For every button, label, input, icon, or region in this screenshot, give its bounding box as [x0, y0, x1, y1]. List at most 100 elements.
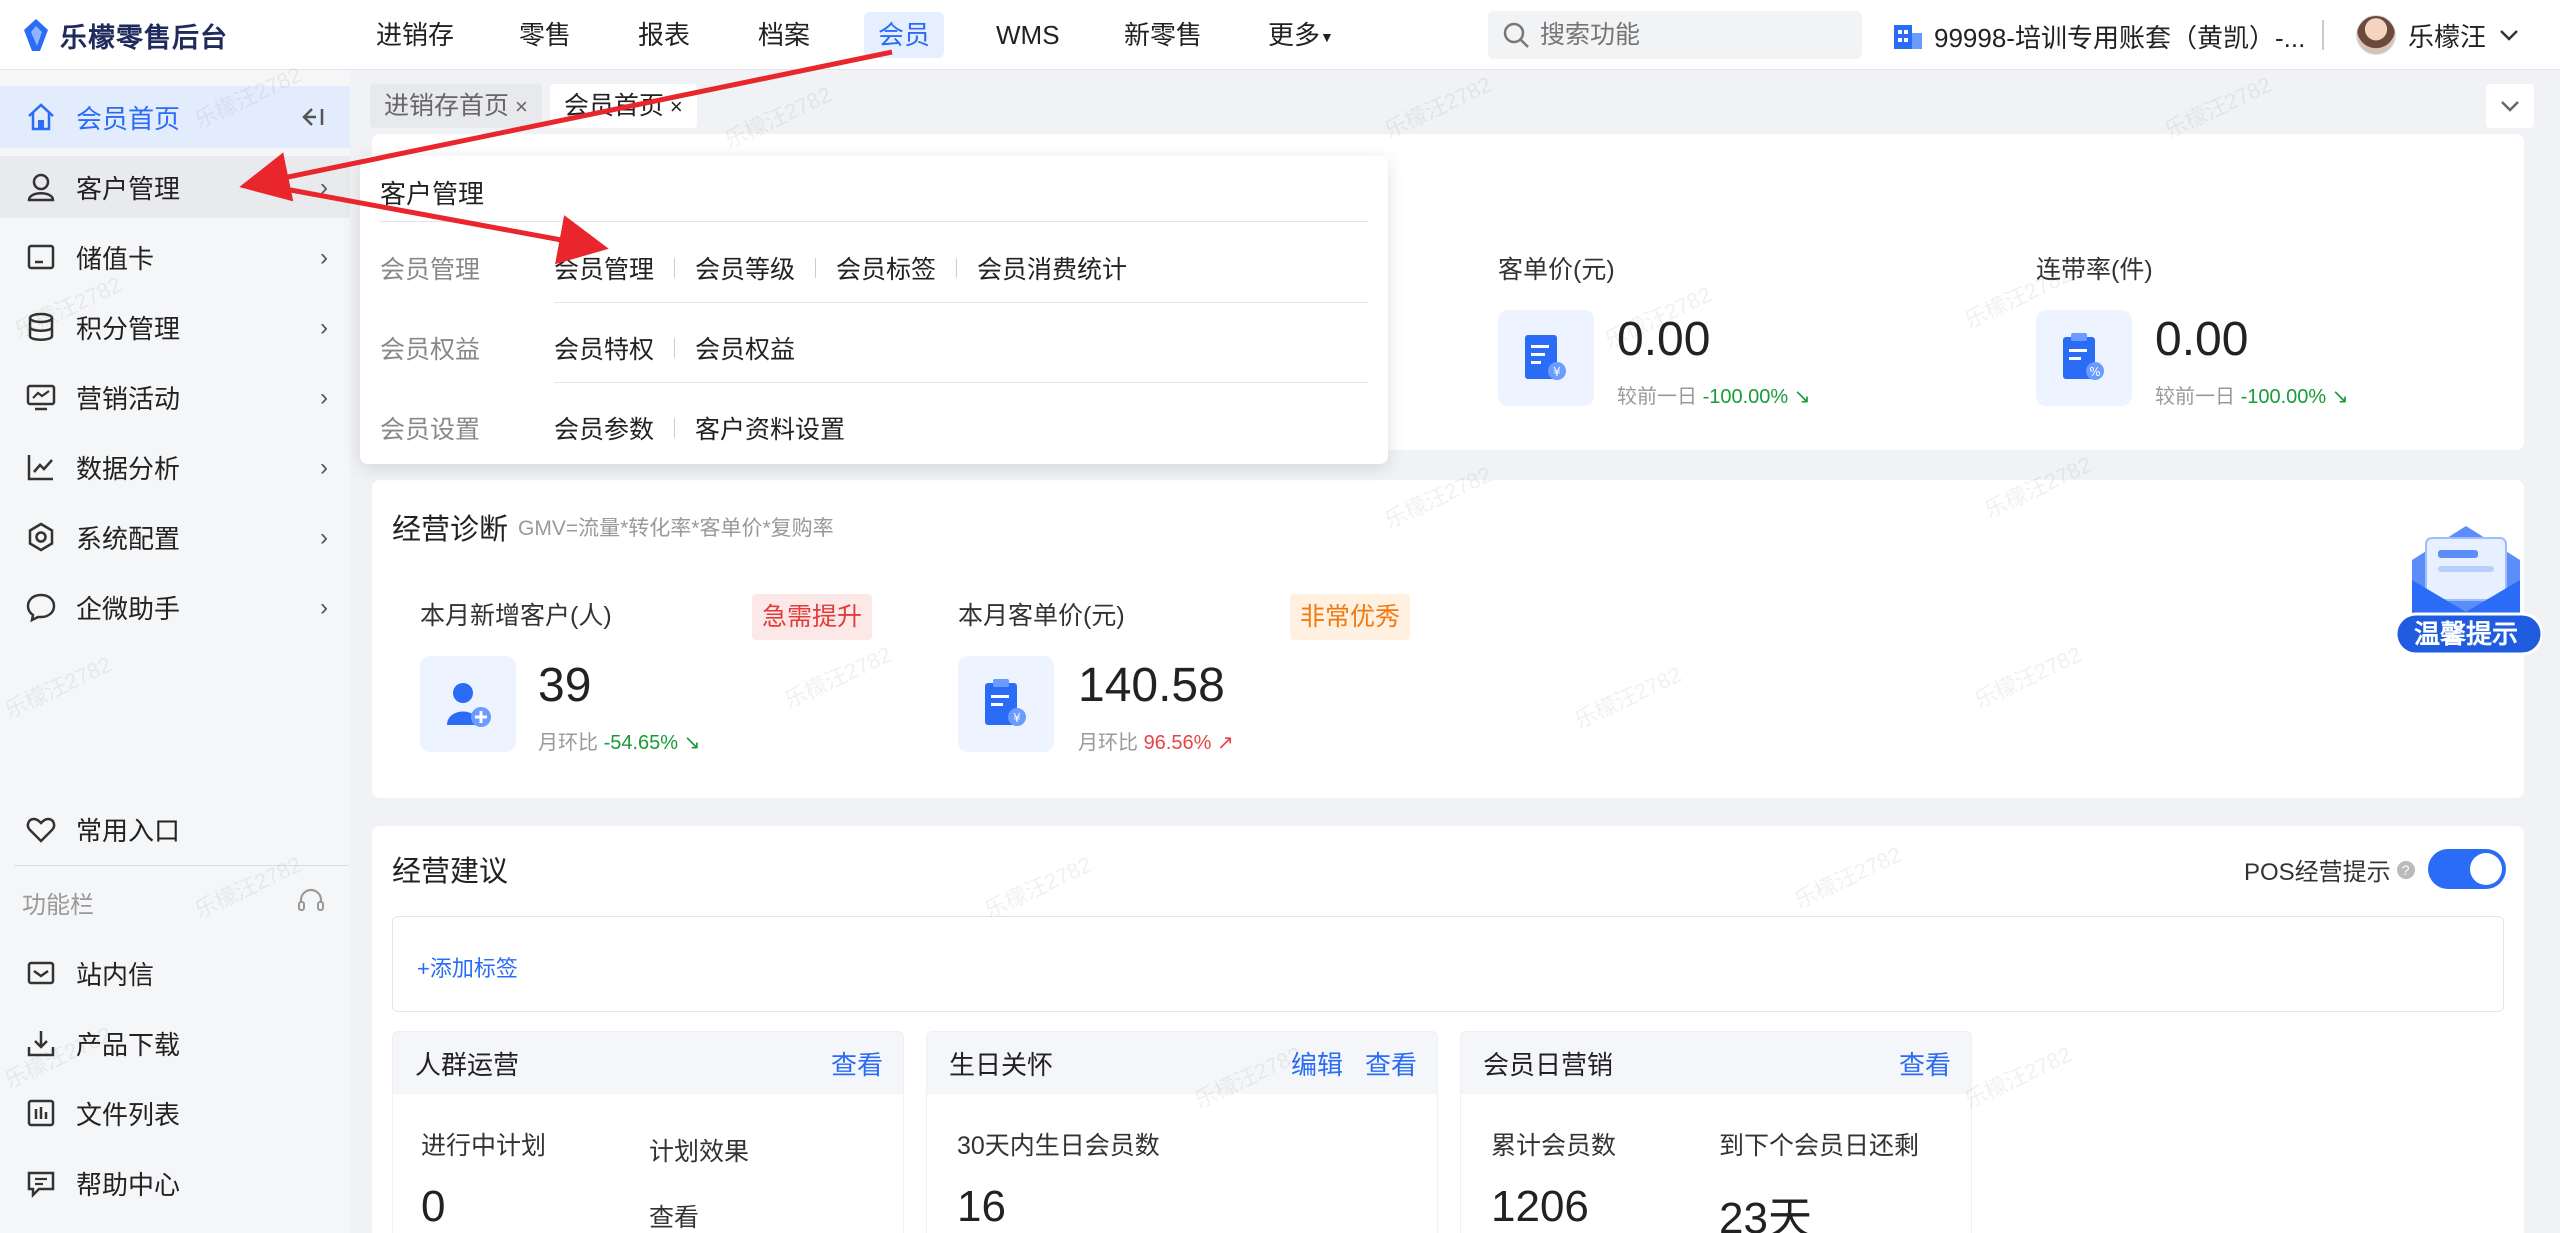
- stat-label: 计划效果: [649, 1138, 750, 1166]
- chevron-down-icon: [2500, 30, 2518, 41]
- add-tag-link[interactable]: +添加标签: [417, 951, 518, 983]
- svg-text:¥: ¥: [1553, 365, 1561, 379]
- stat-value: 0: [421, 1182, 446, 1231]
- user-menu[interactable]: 乐檬汪: [2356, 12, 2520, 58]
- pos-tip-text: POS经营提示: [2244, 859, 2391, 886]
- tabs-dropdown-button[interactable]: [2486, 84, 2534, 128]
- help-circle-icon[interactable]: ?: [2396, 860, 2415, 879]
- nav-wms[interactable]: WMS: [982, 12, 1074, 58]
- metric-compare: 月环比 -54.65% ↘: [538, 726, 700, 755]
- submenu-link-privileges[interactable]: 会员特权: [554, 330, 654, 366]
- submenu-title: 客户管理: [380, 179, 485, 209]
- sidebar-item-label: 文件列表: [76, 1099, 181, 1130]
- metric-compare: 较前一日 -100.00% ↘: [1617, 380, 1811, 409]
- edit-link[interactable]: 编辑: [1291, 1045, 1343, 1082]
- nav-more[interactable]: 更多▼: [1254, 12, 1348, 58]
- tab-member-home[interactable]: 会员首页 ×: [549, 84, 697, 128]
- nav-archives[interactable]: 档案: [744, 12, 824, 58]
- crowd-ops-card: 人群运营 查看 进行中计划 计划效果 0 查看: [392, 1031, 904, 1233]
- member-day-card: 会员日营销 查看 累计会员数 到下个会员日还剩 1206 23天: [1460, 1031, 1972, 1233]
- submenu-group-label: 会员管理: [380, 256, 481, 284]
- sidebar-item-member-home[interactable]: 会员首页: [0, 86, 350, 148]
- metric-value: 0.00: [2155, 313, 2249, 366]
- view-link[interactable]: 查看: [831, 1045, 883, 1082]
- trend-down-icon: ↘: [2331, 386, 2349, 408]
- metric-title: 客单价(元): [1498, 256, 1615, 284]
- sidebar-item-analytics[interactable]: 数据分析 ›: [0, 436, 350, 498]
- user-icon: [24, 170, 58, 204]
- submenu-link-member-management[interactable]: 会员管理: [554, 250, 654, 286]
- sidebar-item-label: 营销活动: [76, 383, 181, 414]
- sidebar-item-stored-card[interactable]: 储值卡 ›: [0, 226, 350, 288]
- clipboard-percent-icon: %: [2036, 310, 2132, 406]
- sidebar-item-files[interactable]: 文件列表: [0, 1082, 350, 1144]
- submenu-link-consumption-stats[interactable]: 会员消费统计: [977, 250, 1127, 286]
- nav-new-retail[interactable]: 新零售: [1110, 12, 1216, 58]
- view-link[interactable]: 查看: [1365, 1045, 1417, 1082]
- advice-title: 经营建议: [392, 856, 509, 888]
- sub-card-header: 生日关怀 编辑 查看: [927, 1032, 1437, 1094]
- warm-tip-widget[interactable]: 温馨提示: [2390, 520, 2544, 662]
- sidebar-item-customer[interactable]: 客户管理 ›: [0, 156, 350, 218]
- brand-logo[interactable]: 乐檬零售后台: [22, 16, 228, 54]
- sidebar-item-wecom[interactable]: 企微助手 ›: [0, 576, 350, 638]
- compare-label: 较前一日: [1617, 386, 1697, 408]
- monitor-icon: [24, 380, 58, 414]
- search-box[interactable]: [1488, 11, 1862, 59]
- chat-icon: [24, 590, 58, 624]
- trend-up-icon: ↗: [1216, 732, 1234, 754]
- sidebar-item-download[interactable]: 产品下载: [0, 1012, 350, 1074]
- sidebar-item-points[interactable]: 积分管理 ›: [0, 296, 350, 358]
- sidebar-item-label: 积分管理: [76, 313, 181, 344]
- sidebar-item-favorites[interactable]: 常用入口: [0, 798, 350, 860]
- heart-icon: [24, 812, 58, 846]
- chevron-right-icon: ›: [320, 244, 328, 271]
- submenu-divider: [554, 382, 1368, 383]
- sidebar-item-help[interactable]: 帮助中心: [0, 1152, 350, 1214]
- page-tabs: 进销存首页 × 会员首页 ×: [370, 84, 697, 128]
- avatar: [2356, 15, 2396, 55]
- view-link[interactable]: 查看: [1899, 1045, 1951, 1082]
- building-icon: [1894, 25, 1922, 49]
- sidebar-item-system-config[interactable]: 系统配置 ›: [0, 506, 350, 568]
- nav-inventory[interactable]: 进销存: [362, 12, 468, 58]
- submenu-link-member-params[interactable]: 会员参数: [554, 410, 654, 446]
- pos-tip-label: POS经营提示 ?: [2244, 852, 2415, 887]
- submenu-link-member-tags[interactable]: 会员标签: [836, 250, 936, 286]
- diagnosis-card: 经营诊断 GMV=流量*转化率*客单价*复购率 本月新增客户(人) 急需提升 3…: [372, 480, 2524, 798]
- search-icon: [1503, 22, 1529, 48]
- svg-text:¥: ¥: [1013, 711, 1021, 725]
- submenu-link-profile-settings[interactable]: 客户资料设置: [695, 410, 845, 446]
- account-selector[interactable]: 99998-培训专用账套（黄凯）-...: [1892, 18, 2305, 54]
- sidebar-item-label: 客户管理: [76, 173, 181, 204]
- nav-retail[interactable]: 零售: [505, 12, 585, 58]
- compare-label: 月环比: [538, 732, 598, 754]
- close-icon[interactable]: ×: [515, 94, 528, 119]
- compare-label: 较前一日: [2155, 386, 2235, 408]
- headset-icon[interactable]: [296, 886, 326, 916]
- search-input[interactable]: [1540, 20, 1840, 50]
- trend-down-icon: ↘: [1793, 386, 1811, 408]
- submenu-link-rights[interactable]: 会员权益: [695, 330, 795, 366]
- collapse-sidebar-icon[interactable]: [300, 106, 326, 128]
- submenu-link-member-level[interactable]: 会员等级: [695, 250, 795, 286]
- diagnosis-formula: GMV=流量*转化率*客单价*复购率: [518, 517, 834, 540]
- warm-tip-label: 温馨提示: [2413, 619, 2518, 649]
- compare-label: 月环比: [1078, 732, 1138, 754]
- pos-tip-toggle[interactable]: [2428, 849, 2506, 889]
- tab-inventory-home[interactable]: 进销存首页 ×: [370, 84, 542, 128]
- sidebar-item-marketing[interactable]: 营销活动 ›: [0, 366, 350, 428]
- plan-effect-view-link[interactable]: 查看: [649, 1198, 699, 1233]
- file-list-icon: [24, 1096, 58, 1130]
- diagnosis-item-value: 140.58: [1078, 659, 1225, 712]
- submenu-links: 会员参数 客户资料设置: [554, 410, 845, 446]
- stat-value[interactable]: 16: [957, 1182, 1006, 1232]
- card-icon: [24, 240, 58, 274]
- sidebar-item-inbox[interactable]: 站内信: [0, 942, 350, 1004]
- nav-members[interactable]: 会员: [864, 12, 945, 58]
- submenu-links: 会员特权 会员权益: [554, 330, 795, 366]
- toolbar-label: 功能栏: [22, 892, 94, 919]
- close-icon[interactable]: ×: [670, 94, 683, 119]
- nav-reports[interactable]: 报表: [624, 12, 704, 58]
- diagnosis-item-title: 本月新增客户(人): [420, 602, 612, 630]
